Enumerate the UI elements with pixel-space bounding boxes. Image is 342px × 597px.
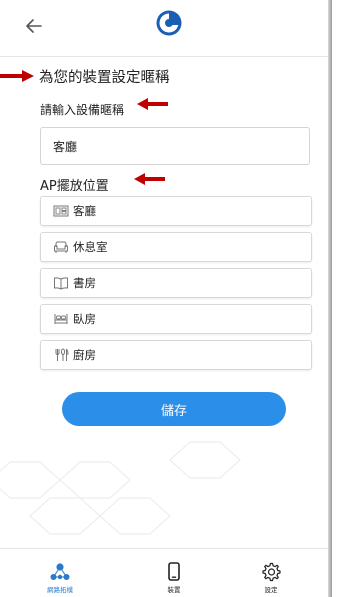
app-screen: 為您的裝置設定暱稱 請輸入設備暱稱 客廳 AP擺放位置 客廳 休息室 書房 臥房… — [0, 0, 332, 597]
device-edge-shadow — [328, 0, 332, 597]
header — [0, 0, 332, 57]
sofa-icon — [54, 241, 68, 253]
location-label: 休息室 — [73, 240, 108, 254]
tab-label: 網路拓樸 — [47, 586, 73, 594]
nickname-input[interactable]: 客廳 — [40, 127, 310, 165]
location-option-study[interactable]: 書房 — [40, 268, 312, 298]
location-label: 臥房 — [73, 312, 96, 326]
tab-network-topology[interactable]: 網路拓樸 — [40, 561, 80, 594]
save-button[interactable]: 儲存 — [62, 392, 286, 426]
tab-settings[interactable]: 設定 — [251, 561, 291, 594]
network-topology-icon — [50, 563, 70, 580]
tab-devices[interactable]: 裝置 — [154, 561, 194, 594]
location-option-bedroom[interactable]: 臥房 — [40, 304, 312, 334]
living-room-icon — [53, 205, 69, 217]
location-list: 客廳 休息室 書房 臥房 廚房 — [40, 196, 312, 376]
phone-icon — [168, 562, 180, 581]
location-label: 客廳 — [73, 204, 96, 218]
kitchen-utensils-icon — [55, 348, 69, 361]
chunghwa-logo-icon — [156, 10, 182, 36]
location-option-kitchen[interactable]: 廚房 — [40, 340, 312, 370]
nickname-label: 請輸入設備暱稱 — [40, 103, 125, 117]
tab-label: 設定 — [264, 586, 278, 594]
tab-label: 裝置 — [167, 586, 181, 594]
annotation-arrow-title — [0, 70, 34, 82]
book-icon — [54, 277, 68, 290]
annotation-arrow-subtitle — [137, 98, 168, 110]
annotation-arrow-ap — [134, 173, 165, 185]
nickname-value: 客廳 — [53, 139, 78, 154]
bed-icon — [54, 314, 68, 324]
location-label: 廚房 — [73, 348, 96, 362]
location-option-living-room[interactable]: 客廳 — [40, 196, 312, 226]
location-label: 書房 — [73, 276, 96, 290]
location-option-lounge[interactable]: 休息室 — [40, 232, 312, 262]
gear-icon — [262, 562, 281, 582]
hexagon-background-decoration — [0, 441, 241, 535]
arrow-left-icon[interactable] — [22, 14, 46, 38]
page-title: 為您的裝置設定暱稱 — [39, 70, 170, 86]
ap-location-label: AP擺放位置 — [40, 179, 109, 194]
bottom-tab-bar: 網路拓樸 裝置 設定 — [0, 548, 332, 597]
